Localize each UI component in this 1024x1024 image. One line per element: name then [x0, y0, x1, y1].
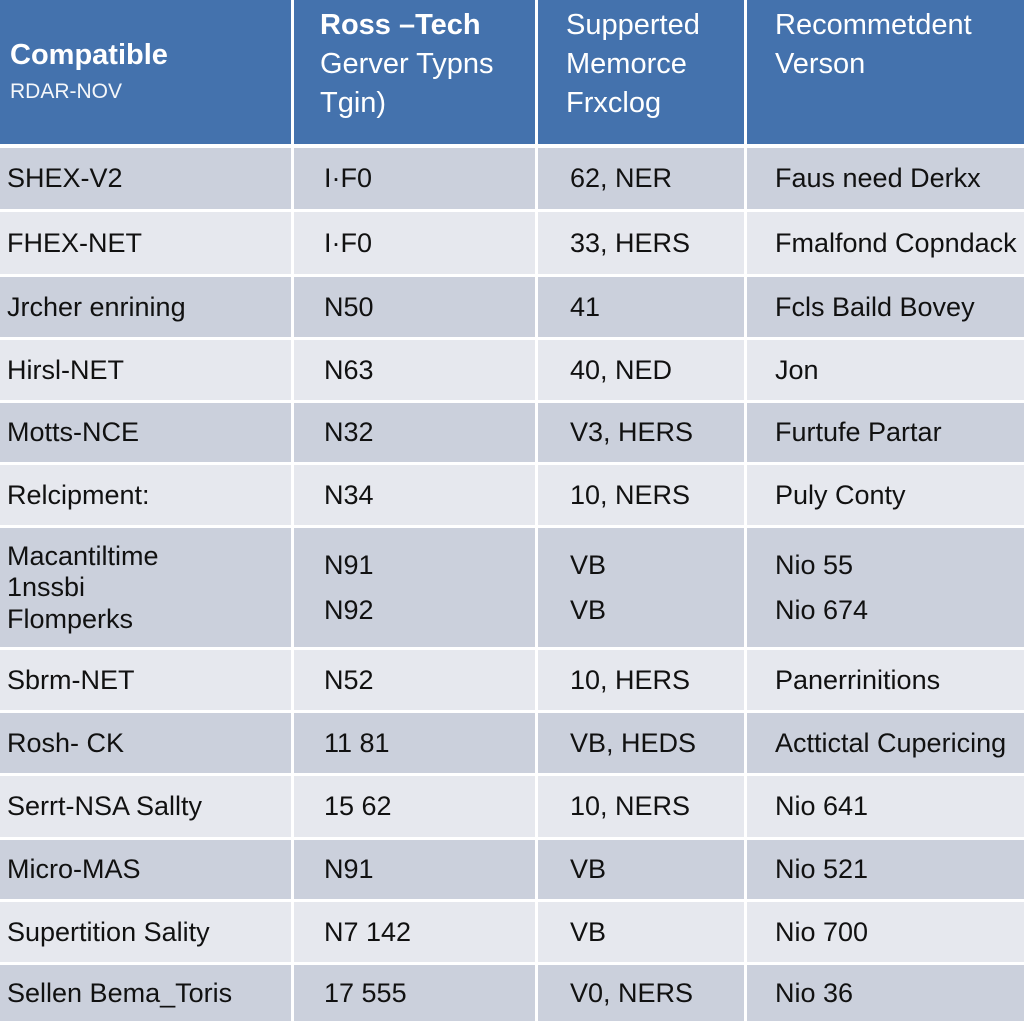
table-cell-supported: VB — [538, 902, 747, 965]
table-cell-recommended: Nio 521 — [747, 840, 1024, 902]
header-supported-line: Frxclog — [566, 87, 662, 119]
table-cell-compatible: Hirsl-NET — [0, 340, 294, 403]
table-cell-compatible: Serrt-NSA Sallty — [0, 776, 294, 840]
cell-line: VB — [570, 549, 607, 580]
header-supported-line: Memorce — [566, 48, 687, 80]
table-cell-supported: 40, NED — [538, 340, 747, 403]
table-cell-recommended: Panerrinitions — [747, 650, 1024, 713]
table-cell-supported: 10, NERS — [538, 776, 747, 840]
cell-line: VB — [570, 595, 607, 626]
table-cell-ross-tech: 11 81 — [294, 713, 538, 776]
header-ross-tech: Ross –Tech Gerver Typns Tgin) — [294, 0, 538, 148]
table-cell-recommended: Furtufe Partar — [747, 403, 1024, 465]
table-cell-ross-tech: N91 — [294, 840, 538, 902]
table-cell-compatible: Sellen Bema_Toris — [0, 965, 294, 1024]
table-cell-compatible: Supertition Sality — [0, 902, 294, 965]
table-cell-supported: VB VB — [538, 528, 747, 650]
cell-line: Nio 674 — [775, 595, 869, 626]
header-supported-line: Supperted — [566, 9, 700, 41]
table-cell-recommended: Faus need Derkx — [747, 148, 1024, 212]
table-cell-compatible: Rosh- CK — [0, 713, 294, 776]
table-cell-supported: 33, HERS — [538, 212, 747, 277]
table-cell-ross-tech: N34 — [294, 465, 538, 528]
table-cell-recommended: Nio 700 — [747, 902, 1024, 965]
header-compatible: Compatible RDAR-NOV — [0, 0, 294, 148]
table-cell-ross-tech: N52 — [294, 650, 538, 713]
table-cell-compatible: Macantiltime 1nssbi Flomperks — [0, 528, 294, 650]
header-compatible-subtitle: RDAR-NOV — [10, 79, 123, 103]
table-cell-supported: VB — [538, 840, 747, 902]
cell-line: N92 — [324, 595, 374, 626]
table-cell-ross-tech: N50 — [294, 277, 538, 340]
table-cell-ross-tech: N32 — [294, 403, 538, 465]
table-cell-supported: 10, NERS — [538, 465, 747, 528]
compatibility-table: Compatible RDAR-NOV Ross –Tech Gerver Ty… — [0, 0, 1024, 1024]
table-cell-compatible: Motts-NCE — [0, 403, 294, 465]
table-cell-supported: V3, HERS — [538, 403, 747, 465]
header-compatible-title: Compatible — [10, 38, 168, 71]
table-cell-recommended: Acttictal Cupericing — [747, 713, 1024, 776]
table-cell-supported: 10, HERS — [538, 650, 747, 713]
table-cell-ross-tech: 17 555 — [294, 965, 538, 1024]
header-ross-tech-line: Gerver Typns — [320, 48, 494, 80]
header-recommended-line: Recommetdent — [775, 9, 972, 41]
table-cell-recommended: Puly Conty — [747, 465, 1024, 528]
table-cell-compatible: Micro-MAS — [0, 840, 294, 902]
table-cell-compatible: Jrcher enrining — [0, 277, 294, 340]
table-cell-ross-tech: N91 N92 — [294, 528, 538, 650]
header-recommended-version: Recommetdent Verson — [747, 0, 1024, 148]
table-cell-supported: 62, NER — [538, 148, 747, 212]
table-cell-ross-tech: I·F0 — [294, 148, 538, 212]
table-cell-ross-tech: N63 — [294, 340, 538, 403]
table-cell-recommended: Nio 55 Nio 674 — [747, 528, 1024, 650]
header-supported: Supperted Memorce Frxclog — [538, 0, 747, 148]
table-cell-recommended: Nio 36 — [747, 965, 1024, 1024]
table-cell-compatible: FHEX-NET — [0, 212, 294, 277]
table-cell-compatible: Relcipment: — [0, 465, 294, 528]
header-recommended-line: Verson — [775, 48, 866, 80]
table-cell-supported: VB, HEDS — [538, 713, 747, 776]
cell-line: Nio 55 — [775, 549, 854, 580]
cell-line: Flomperks — [7, 604, 134, 635]
table-cell-recommended: Fmalfond Copndack — [747, 212, 1024, 277]
table-cell-compatible: Sbrm-NET — [0, 650, 294, 713]
cell-line: N91 — [324, 549, 374, 580]
header-ross-tech-line: Tgin) — [320, 87, 387, 119]
table-cell-ross-tech: N7 142 — [294, 902, 538, 965]
table-cell-recommended: Jon — [747, 340, 1024, 403]
cell-line: 1nssbi — [7, 572, 86, 603]
table-cell-recommended: Fcls Baild Bovey — [747, 277, 1024, 340]
header-ross-tech-line: Ross –Tech — [320, 9, 481, 41]
table-cell-supported: 41 — [538, 277, 747, 340]
cell-line: Macantiltime — [7, 540, 159, 571]
table-cell-supported: V0, NERS — [538, 965, 747, 1024]
table-cell-compatible: SHEX-V2 — [0, 148, 294, 212]
table-cell-ross-tech: I·F0 — [294, 212, 538, 277]
table-cell-recommended: Nio 641 — [747, 776, 1024, 840]
table-cell-ross-tech: 15 62 — [294, 776, 538, 840]
